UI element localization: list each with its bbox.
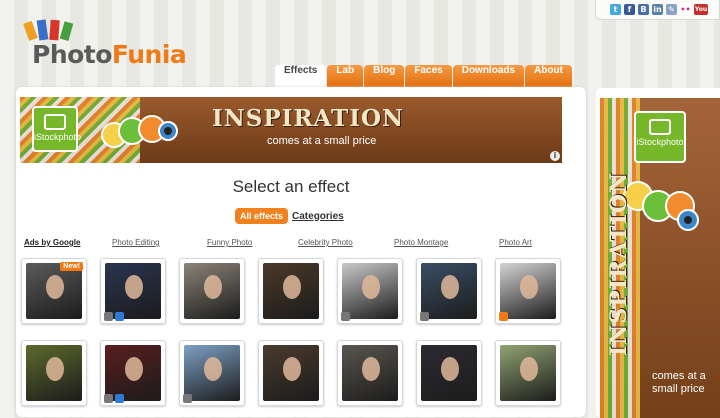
effect-preview: [26, 345, 82, 401]
sidebar-headline: INSPIRATION: [606, 171, 632, 356]
main-nav: Effects Lab Blog Faces Downloads About: [275, 65, 572, 87]
tab-lab[interactable]: Lab: [327, 65, 364, 87]
effect-thumbnail[interactable]: [416, 340, 482, 406]
effect-preview: [421, 263, 477, 319]
face-icon: [341, 312, 350, 321]
effect-preview: [26, 263, 82, 319]
effect-thumbnail[interactable]: [179, 258, 245, 324]
banner-ad[interactable]: iStockphoto INSPIRATION comes at a small…: [20, 97, 562, 163]
ad-info-icon[interactable]: i: [550, 151, 560, 161]
flickr-icon[interactable]: ••: [680, 4, 691, 15]
effect-preview: [342, 263, 398, 319]
effect-thumbnail[interactable]: New!: [21, 258, 87, 324]
effect-thumbnail[interactable]: [495, 258, 561, 324]
effect-thumbnail[interactable]: [179, 340, 245, 406]
effect-filters: All effects Categories: [235, 208, 344, 224]
social-links: t f B in ✎ •• You: [595, 0, 720, 20]
effect-preview: [105, 263, 161, 319]
logo-text: PhotoFunia: [32, 40, 187, 69]
effect-preview: [184, 263, 240, 319]
effect-preview: [500, 345, 556, 401]
categories-link[interactable]: Categories: [292, 211, 344, 222]
photofunia-logo[interactable]: PhotoFunia: [20, 18, 187, 69]
all-effects-button[interactable]: All effects: [235, 208, 289, 224]
ads-by-google-link[interactable]: Ads by Google: [24, 238, 80, 247]
tab-faces[interactable]: Faces: [405, 65, 452, 87]
twitter-icon[interactable]: t: [610, 4, 621, 15]
sidebar-tagline: comes at a small price: [652, 370, 706, 395]
youtube-icon[interactable]: You: [694, 4, 708, 15]
main-panel: iStockphoto INSPIRATION comes at a small…: [16, 87, 586, 417]
category-photo-montage[interactable]: Photo Montage: [394, 238, 448, 247]
tab-about[interactable]: About: [525, 65, 572, 87]
document-icon: [499, 312, 508, 321]
category-photo-art[interactable]: Photo Art: [499, 238, 532, 247]
category-celebrity-photo[interactable]: Celebrity Photo: [298, 238, 353, 247]
effect-thumbnail[interactable]: [495, 340, 561, 406]
tab-effects[interactable]: Effects: [275, 65, 327, 87]
new-badge: New!: [60, 262, 83, 271]
category-funny-photo[interactable]: Funny Photo: [207, 238, 252, 247]
effect-preview: [421, 345, 477, 401]
face-icon: [104, 394, 113, 403]
effect-preview: [500, 263, 556, 319]
sidebar-ad[interactable]: iStockphoto INSPIRATION comes at a small…: [600, 98, 720, 418]
banner-subtext: comes at a small price: [267, 135, 377, 147]
effect-thumbnail[interactable]: [100, 258, 166, 324]
effect-thumbnail[interactable]: [21, 340, 87, 406]
effect-thumbnail[interactable]: [337, 258, 403, 324]
effect-thumbnail[interactable]: [258, 258, 324, 324]
effect-preview: [263, 263, 319, 319]
istockphoto-logo: iStockphoto: [32, 106, 81, 152]
istockphoto-logo: iStockphoto: [634, 111, 686, 163]
effect-thumbnail[interactable]: [258, 340, 324, 406]
face-icon: [104, 312, 113, 321]
face-icon: [183, 394, 192, 403]
banner-headline: INSPIRATION: [212, 105, 405, 132]
livejournal-icon[interactable]: ✎: [666, 4, 677, 15]
effect-preview: [263, 345, 319, 401]
camera-icon: [44, 114, 66, 130]
category-photo-editing[interactable]: Photo Editing: [112, 238, 160, 247]
decorative-circles: [101, 115, 178, 148]
tab-blog[interactable]: Blog: [364, 65, 405, 87]
video-icon: [115, 312, 124, 321]
effect-preview: [105, 345, 161, 401]
blogger-icon[interactable]: B: [638, 4, 649, 15]
effect-preview: [184, 345, 240, 401]
page-title: Select an effect: [232, 177, 350, 196]
camera-icon: [649, 119, 671, 135]
effect-thumbnail[interactable]: [100, 340, 166, 406]
facebook-icon[interactable]: f: [624, 4, 635, 15]
tab-downloads[interactable]: Downloads: [452, 65, 525, 87]
effect-thumbnail[interactable]: [416, 258, 482, 324]
video-icon: [115, 394, 124, 403]
effect-preview: [342, 345, 398, 401]
face-icon: [420, 312, 429, 321]
effect-thumbnail[interactable]: [337, 340, 403, 406]
linkedin-icon[interactable]: in: [652, 4, 663, 15]
sidebar-ad-panel: iStockphoto INSPIRATION comes at a small…: [596, 88, 720, 418]
